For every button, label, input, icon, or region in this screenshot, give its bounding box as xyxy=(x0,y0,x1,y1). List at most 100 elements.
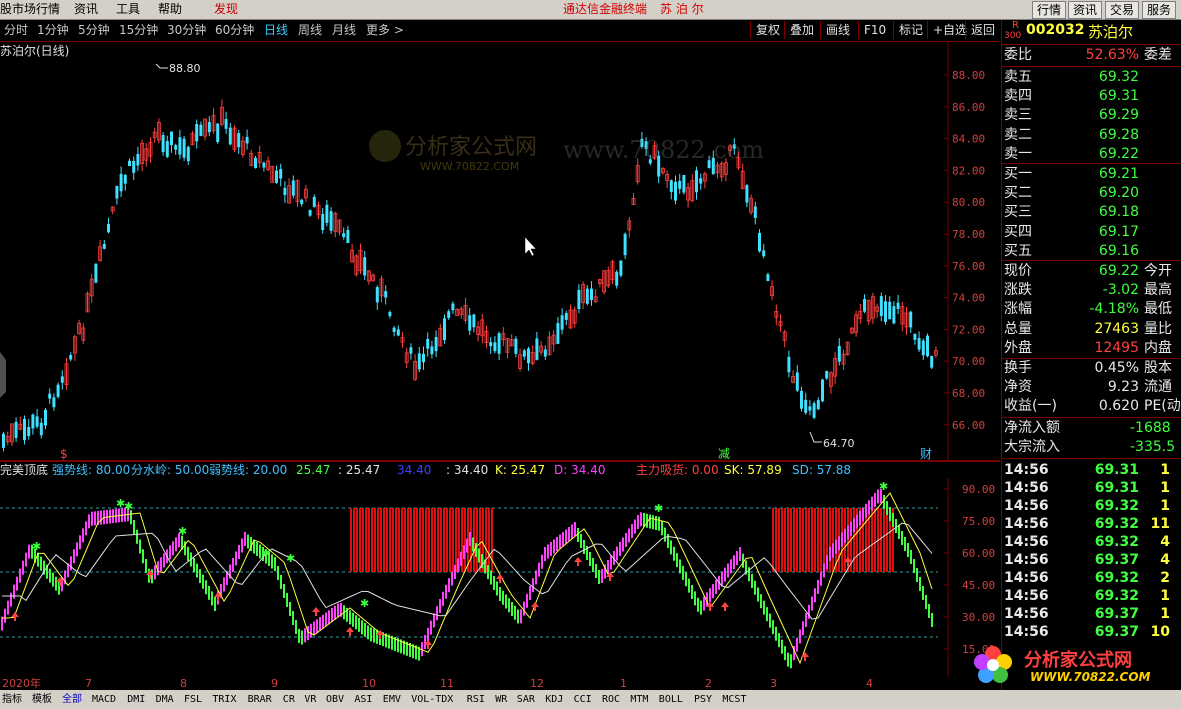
menu-tools[interactable]: 工具 xyxy=(116,0,140,19)
indicator-tab[interactable]: SAR xyxy=(517,692,535,707)
candle-body xyxy=(123,174,127,184)
buy-level-row: 买三 69.18 xyxy=(1002,203,1181,222)
indicator-tab[interactable]: MCST xyxy=(722,692,746,707)
dividend-marker[interactable]: $ xyxy=(60,447,68,461)
absorb-bar xyxy=(386,508,388,572)
candle-body xyxy=(527,348,530,364)
period-5min[interactable]: 5分钟 xyxy=(78,22,110,39)
absorb-bar xyxy=(407,508,409,572)
candle-body xyxy=(291,180,295,196)
indicator-tab[interactable]: TRIX xyxy=(212,692,236,707)
indicator-tab[interactable]: CCI xyxy=(574,692,592,707)
indicator-tab[interactable]: DMI xyxy=(127,692,145,707)
absorb-bar xyxy=(808,508,810,572)
tick-time: 14:56 xyxy=(1004,552,1049,568)
low-price-label: 64.70 xyxy=(823,437,855,450)
candle-body xyxy=(325,204,329,223)
stat-label: 换手 xyxy=(1004,360,1032,376)
mark-button[interactable]: 标记 xyxy=(893,21,928,39)
indicator-tab[interactable]: RSI xyxy=(467,692,485,707)
indicator-tab[interactable]: ROC xyxy=(602,692,620,707)
period-monthly[interactable]: 月线 xyxy=(332,22,356,39)
price-tick-label: 70.00 xyxy=(952,355,985,368)
indicator-tab[interactable]: BOLL xyxy=(659,692,683,707)
indicator-tab[interactable]: VR xyxy=(304,692,316,707)
indicator-tab[interactable]: DMA xyxy=(156,692,174,707)
indicator-tab[interactable]: KDJ xyxy=(545,692,563,707)
indicator-tab[interactable]: BRAR xyxy=(248,692,272,707)
period-60min[interactable]: 60分钟 xyxy=(215,22,254,39)
indicator-tab[interactable]: EMV xyxy=(383,692,401,707)
indicator-tab[interactable]: FSL xyxy=(184,692,202,707)
indicator-tab[interactable]: MACD xyxy=(92,692,116,707)
weibi-value: 52.63% xyxy=(1085,47,1139,63)
indicator-tab[interactable]: 模板 xyxy=(32,692,52,707)
market-button[interactable]: 行情 xyxy=(1032,1,1067,19)
menu-help[interactable]: 帮助 xyxy=(158,0,182,19)
candlestick-chart[interactable]: 88.00 86.00 84.00 82.00 80.00 78.00 76.00 74.00… xyxy=(0,42,1000,461)
indicator-tab[interactable]: MTM xyxy=(630,692,648,707)
left-collapse-handle-icon[interactable] xyxy=(0,352,6,398)
buy-arrow-stem xyxy=(149,575,151,579)
candle-body xyxy=(170,131,173,146)
restore-rights-button[interactable]: 复权 xyxy=(750,21,785,39)
candle-body xyxy=(69,355,73,360)
period-15min[interactable]: 15分钟 xyxy=(119,22,158,39)
indicator-tab[interactable]: 全部 xyxy=(62,692,82,707)
news-button[interactable]: 资讯 xyxy=(1068,1,1103,19)
period-timeshare[interactable]: 分时 xyxy=(4,22,28,39)
indicator-chart[interactable]: 90.00 75.00 60.00 45.00 30.00 15.00 ✱ ✱ ✱ ✱ ✱ ✱ ✱ ✱ ✱ xyxy=(0,462,1000,677)
date-label: 4 xyxy=(866,677,873,690)
stat-value: -4.18% xyxy=(1089,301,1139,318)
candle-body xyxy=(879,296,883,317)
period-30min[interactable]: 30分钟 xyxy=(167,22,206,39)
candle-body xyxy=(888,301,892,320)
period-daily[interactable]: 日线 xyxy=(264,22,288,39)
draw-button[interactable]: 画线 xyxy=(820,21,855,39)
indicator-tab[interactable]: VOL-TDX xyxy=(411,692,453,707)
candle-body xyxy=(884,301,887,322)
menu-news[interactable]: 资讯 xyxy=(74,0,98,19)
indicator-tab[interactable]: CR xyxy=(283,692,295,707)
service-button[interactable]: 服务 xyxy=(1142,1,1177,19)
sell-level-label: 卖三 xyxy=(1004,107,1032,124)
menu-market[interactable]: 股市场行情 xyxy=(0,0,60,19)
period-more[interactable]: 更多 > xyxy=(366,22,404,39)
sell-star-icon: ✱ xyxy=(654,502,663,515)
buy-arrow-stem xyxy=(315,612,317,616)
date-label: 8 xyxy=(180,677,187,690)
stock-code[interactable]: 002032 xyxy=(1026,22,1084,38)
tick-price: 69.32 xyxy=(1094,516,1139,532)
indicator-tab[interactable]: OBV xyxy=(326,692,344,707)
menu-discover[interactable]: 发现 xyxy=(214,0,238,19)
absorb-bar xyxy=(398,508,400,572)
indicator-tab[interactable]: PSY xyxy=(694,692,712,707)
trade-button[interactable]: 交易 xyxy=(1105,1,1140,19)
sell-level-row: 卖四 69.31 xyxy=(1002,87,1181,106)
absorb-bar xyxy=(425,508,427,572)
candle-body xyxy=(447,311,451,318)
overlay-button[interactable]: 叠加 xyxy=(784,21,819,39)
candle-body xyxy=(422,353,425,363)
bottom-logo: 分析家公式网 WWW.70822.COM xyxy=(968,640,1168,688)
f10-button[interactable]: F10 xyxy=(858,21,891,39)
candle-body xyxy=(808,406,812,411)
indicator-tab[interactable]: WR xyxy=(495,692,507,707)
period-weekly[interactable]: 周线 xyxy=(298,22,322,39)
absorb-bar xyxy=(377,508,379,572)
indicator-tab[interactable]: ASI xyxy=(354,692,372,707)
candle-body xyxy=(388,311,392,317)
absorb-bar xyxy=(383,508,385,572)
absorb-bar xyxy=(353,508,355,572)
watermark-logo-icon xyxy=(369,130,401,162)
finance-marker[interactable]: 财 xyxy=(920,447,932,461)
code-badge-prefix: R xyxy=(1012,20,1019,31)
indicator-tick-label: 90.00 xyxy=(962,483,995,496)
period-1min[interactable]: 1分钟 xyxy=(37,22,69,39)
reduce-marker[interactable]: 减 xyxy=(718,447,730,461)
indicator-tab[interactable]: 指标 xyxy=(2,692,22,707)
candle-body xyxy=(556,323,560,344)
candle-body xyxy=(329,211,333,231)
back-button[interactable]: 返回 xyxy=(965,21,1000,39)
tick-price: 69.32 xyxy=(1094,498,1139,514)
